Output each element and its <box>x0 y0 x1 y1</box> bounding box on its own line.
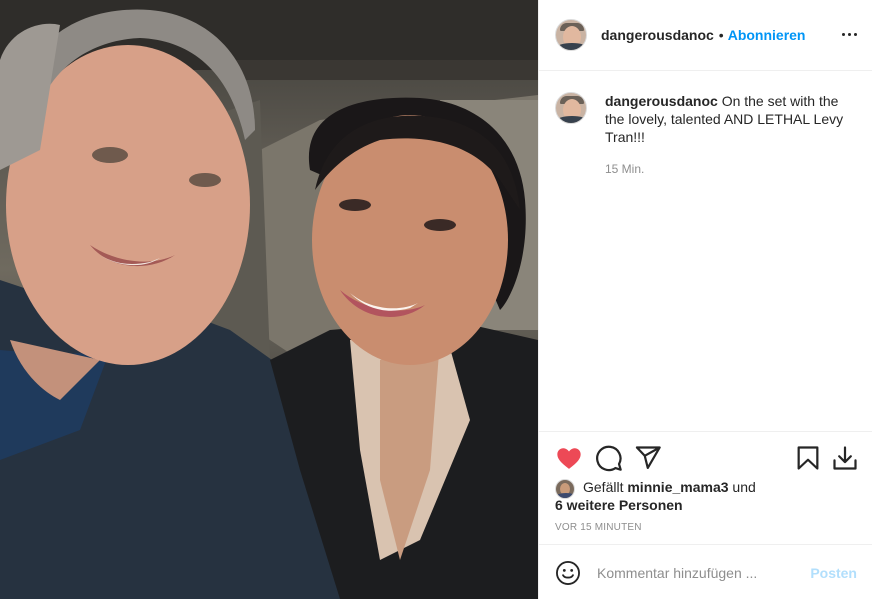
likes-prefix: Gefällt <box>583 479 624 495</box>
likes-text: Gefällt minnie_mama3 und 6 weitere Perso… <box>555 478 756 514</box>
caption-body: dangerousdanoc On the set with the the l… <box>605 92 855 178</box>
comment-icon[interactable] <box>595 444 623 472</box>
action-bar <box>555 444 857 472</box>
caption-time[interactable]: 15 Min. <box>605 160 855 178</box>
post-photo[interactable] <box>0 0 538 599</box>
bookmark-icon[interactable] <box>794 444 822 472</box>
caption: dangerousdanoc On the set with the the l… <box>555 92 857 178</box>
author-username[interactable]: dangerousdanoc <box>601 27 714 43</box>
post-timestamp[interactable]: VOR 15 MINUTEN <box>555 522 642 533</box>
add-comment-bar: Posten <box>539 544 872 599</box>
smiley-icon[interactable] <box>555 560 581 586</box>
follow-button[interactable]: Abonnieren <box>728 27 806 43</box>
more-horizontal-icon[interactable] <box>841 26 857 42</box>
liker-avatar[interactable] <box>555 479 575 499</box>
likes-summary: Gefällt minnie_mama3 und 6 weitere Perso… <box>555 478 857 514</box>
post-sidebar: dangerousdanoc • Abonnieren dangerousdan… <box>538 0 872 599</box>
instagram-post: dangerousdanoc • Abonnieren dangerousdan… <box>0 0 872 599</box>
liker-username[interactable]: minnie_mama3 <box>627 479 728 495</box>
post-header: dangerousdanoc • Abonnieren <box>539 0 872 71</box>
post-actions-area: Gefällt minnie_mama3 und 6 weitere Perso… <box>539 431 872 599</box>
heart-icon[interactable] <box>555 444 583 472</box>
caption-username[interactable]: dangerousdanoc <box>605 93 718 109</box>
comment-input[interactable] <box>597 564 797 581</box>
header-separator: • <box>718 27 724 43</box>
download-icon[interactable] <box>831 444 859 472</box>
author-avatar[interactable] <box>555 19 587 51</box>
post-comment-button[interactable]: Posten <box>810 565 857 581</box>
likes-connector: und <box>732 479 756 495</box>
selfie-image <box>0 0 538 599</box>
likes-others-link[interactable]: 6 weitere Personen <box>555 496 756 514</box>
caption-avatar[interactable] <box>555 92 587 124</box>
paper-plane-icon[interactable] <box>634 444 662 472</box>
